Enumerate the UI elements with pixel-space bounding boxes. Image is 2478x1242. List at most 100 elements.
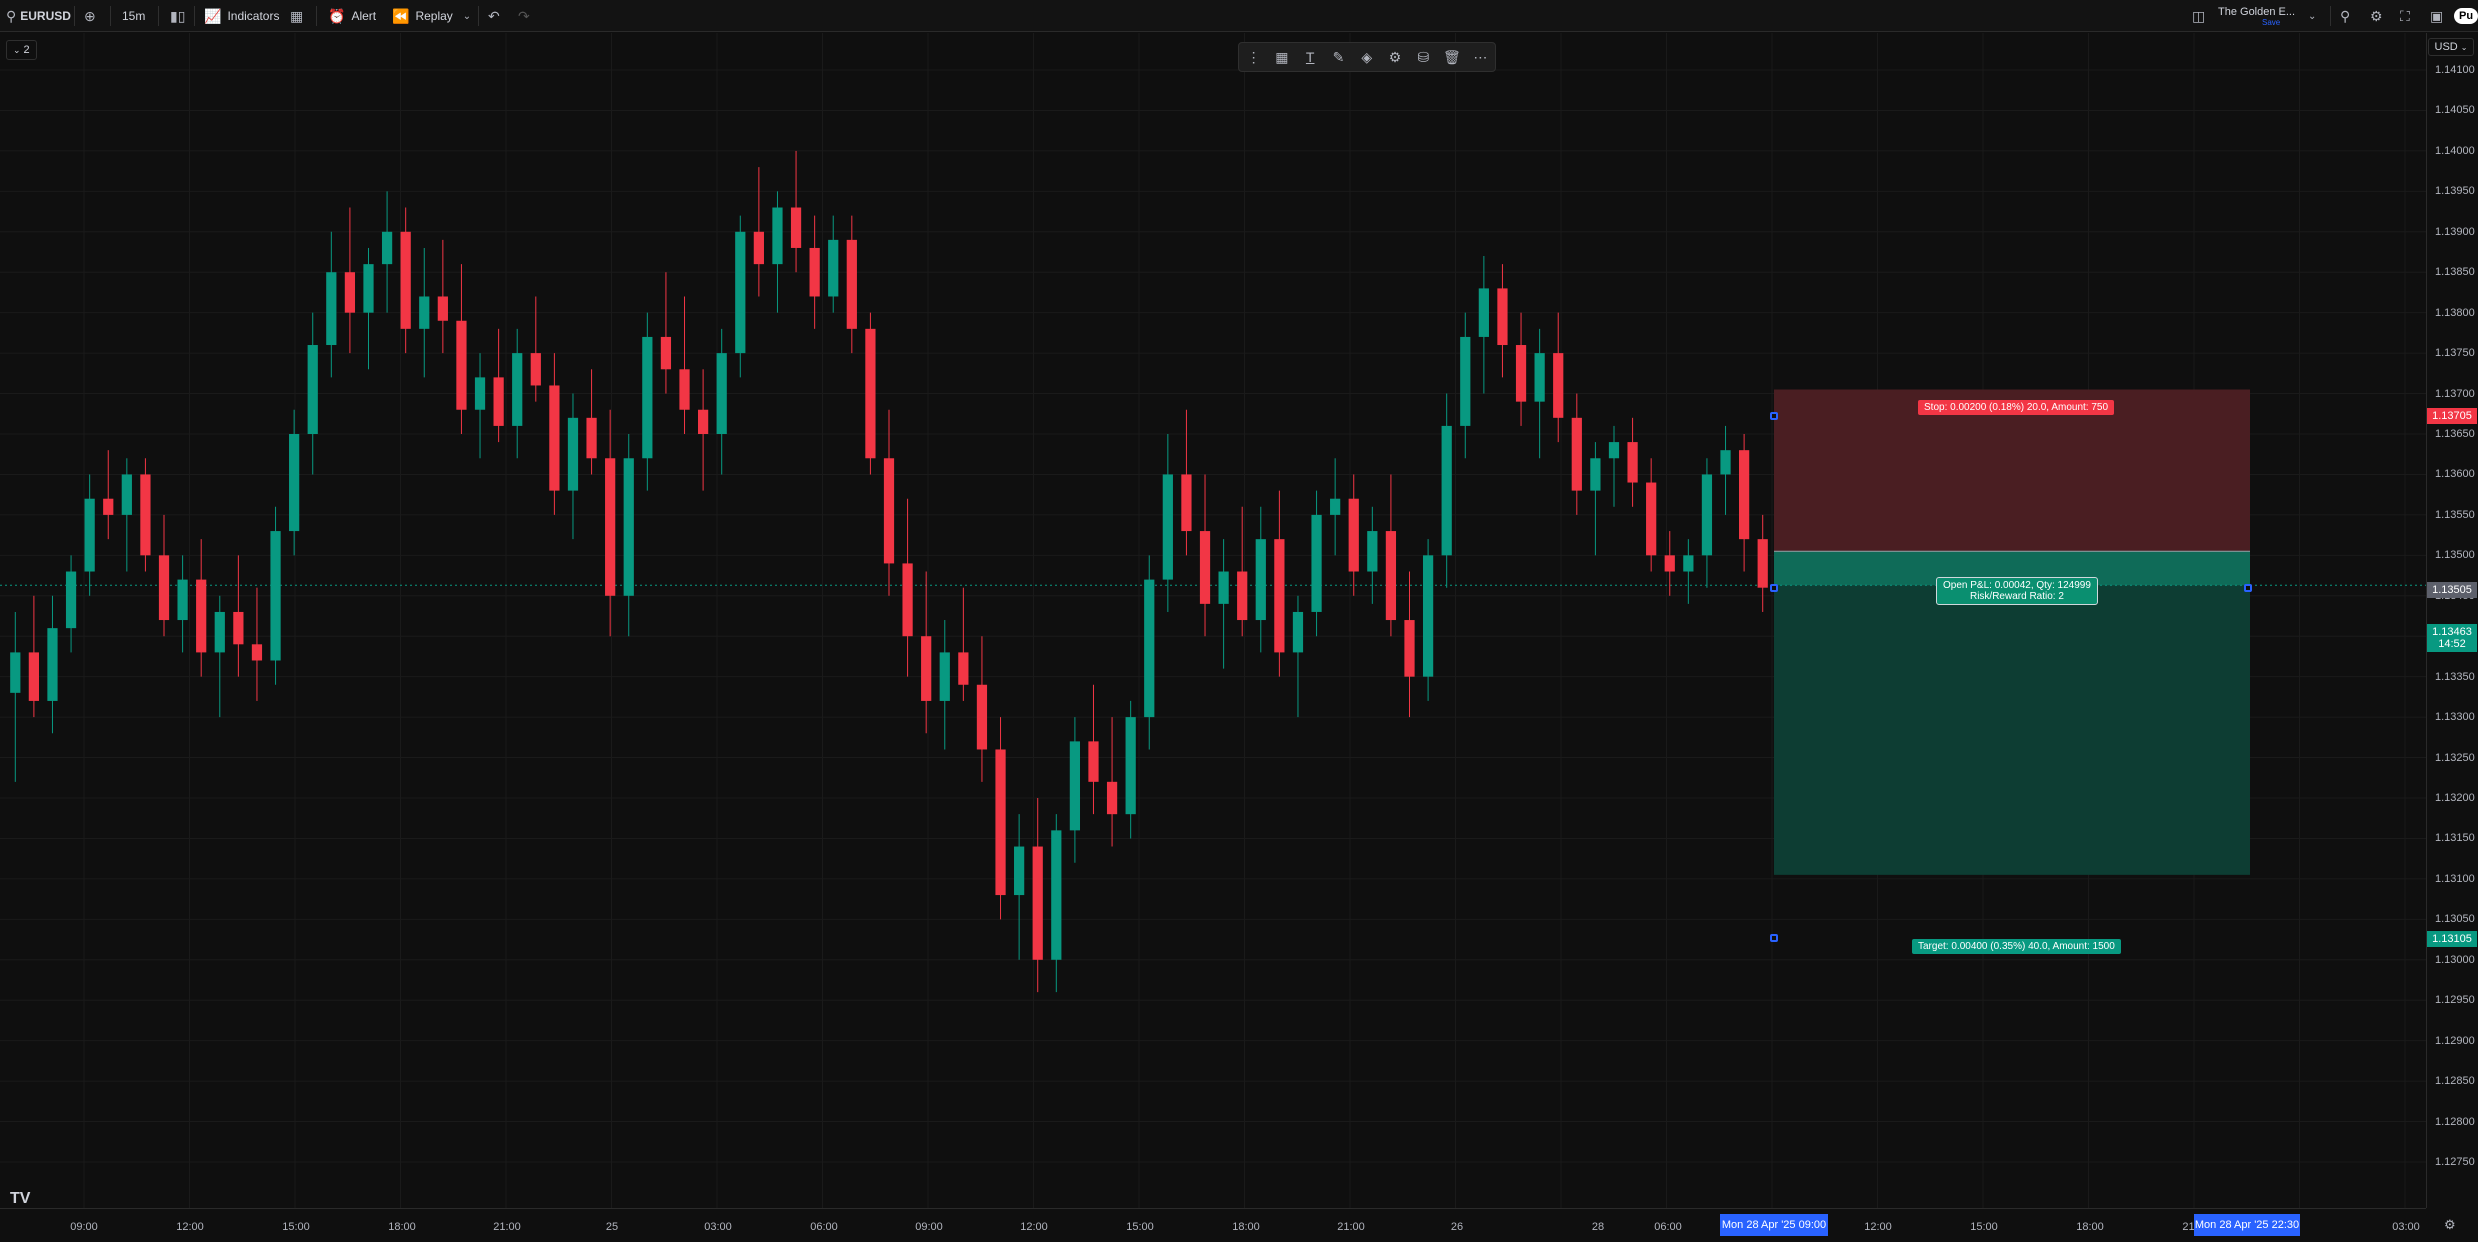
candle[interactable] — [196, 539, 207, 677]
candle[interactable] — [363, 247, 374, 370]
candle[interactable] — [233, 555, 244, 677]
undo-button[interactable]: ↶ — [488, 0, 500, 32]
candle[interactable] — [10, 611, 21, 782]
candle[interactable] — [1460, 312, 1471, 459]
candle[interactable] — [567, 393, 579, 540]
candle[interactable] — [177, 555, 188, 653]
candle[interactable] — [809, 215, 820, 329]
candle[interactable] — [1534, 328, 1545, 459]
candle[interactable] — [865, 312, 876, 475]
snapshot-button[interactable]: ▣ — [2430, 0, 2443, 32]
candle[interactable] — [307, 312, 318, 475]
candle[interactable] — [1608, 425, 1620, 507]
candle[interactable] — [586, 369, 597, 475]
candle[interactable] — [1701, 458, 1713, 588]
price-axis[interactable]: 1.14100 1.14050 1.14000 1.13950 1.13900 1.138… — [2426, 33, 2478, 1208]
paint-brush-icon[interactable]: ✎ — [1330, 49, 1347, 66]
candle[interactable] — [1311, 490, 1322, 637]
candle[interactable] — [549, 353, 560, 515]
candle[interactable] — [1088, 684, 1099, 815]
quick-search-button[interactable]: ⚲ — [2340, 0, 2350, 32]
settings-icon[interactable]: ⚙ — [1386, 49, 1403, 66]
candle[interactable] — [1571, 393, 1582, 515]
candle[interactable] — [1255, 506, 1266, 653]
more-icon[interactable]: ⋯ — [1472, 49, 1489, 66]
candle[interactable] — [828, 215, 839, 313]
candle[interactable] — [790, 150, 802, 273]
entry-handle[interactable] — [1770, 584, 1778, 592]
layout-menu-button[interactable]: ⌄ — [2308, 0, 2316, 32]
candle[interactable] — [1441, 393, 1452, 588]
candle[interactable] — [344, 207, 356, 354]
text-tool-icon[interactable]: T — [1302, 49, 1319, 65]
candle[interactable] — [1367, 506, 1378, 604]
compare-symbol-button[interactable]: ⊕ — [84, 0, 96, 32]
trash-icon[interactable]: 🗑 — [1443, 49, 1461, 66]
lock-icon[interactable]: ⛁ — [1415, 49, 1432, 66]
candle[interactable] — [753, 167, 764, 297]
chart-type-button[interactable]: ▮▯ — [170, 0, 185, 32]
candle[interactable] — [1385, 474, 1397, 637]
candle[interactable] — [958, 587, 969, 701]
target-handle[interactable] — [1770, 934, 1778, 942]
tradingview-logo[interactable]: TV — [10, 1190, 30, 1208]
width-handle[interactable] — [2244, 584, 2252, 592]
alert-button[interactable]: ⏰ Alert — [328, 0, 376, 32]
redo-button[interactable]: ↷ — [518, 0, 530, 32]
candle[interactable] — [1590, 442, 1601, 556]
layout-toggle-button[interactable]: ◫ — [2192, 0, 2205, 32]
candle[interactable] — [1106, 717, 1118, 847]
candle[interactable] — [1014, 814, 1025, 960]
candle[interactable] — [289, 409, 300, 556]
candle[interactable] — [995, 717, 1006, 920]
candle[interactable] — [140, 458, 151, 572]
candle[interactable] — [902, 498, 913, 677]
candle[interactable] — [1627, 417, 1638, 507]
candle[interactable] — [512, 328, 523, 459]
candle[interactable] — [939, 620, 950, 750]
candle[interactable] — [660, 272, 672, 394]
pane-collapse-button[interactable]: ⌄ 2 — [6, 40, 37, 60]
candle[interactable] — [1069, 717, 1081, 863]
candle[interactable] — [1051, 814, 1062, 993]
candle[interactable] — [1683, 539, 1694, 604]
candle[interactable] — [1032, 798, 1043, 993]
candle[interactable] — [642, 312, 653, 491]
drag-handle-icon[interactable]: ⋮ — [1245, 49, 1262, 66]
candle[interactable] — [1720, 425, 1731, 515]
candle[interactable] — [493, 328, 504, 443]
candle[interactable] — [28, 595, 39, 718]
candle[interactable] — [1181, 409, 1192, 556]
candle[interactable] — [437, 239, 448, 354]
candle[interactable] — [846, 215, 857, 354]
candle[interactable] — [158, 514, 170, 637]
candle[interactable] — [270, 506, 281, 685]
candle[interactable] — [1757, 514, 1768, 612]
candle[interactable] — [326, 231, 337, 378]
candle[interactable] — [1497, 264, 1508, 378]
candle[interactable] — [623, 434, 634, 637]
interval-button[interactable]: 15m — [122, 0, 145, 32]
settings-button[interactable]: ⚙ — [2370, 0, 2383, 32]
stop-handle[interactable] — [1770, 412, 1778, 420]
symbol-search[interactable]: ⚲ EURUSD — [6, 0, 71, 32]
candle[interactable] — [735, 215, 746, 378]
candle[interactable] — [381, 191, 393, 313]
time-axis[interactable]: 09:00 12:00 15:00 18:00 21:00 25 03:00 06:00 09:… — [0, 1208, 2456, 1242]
candle[interactable] — [1515, 312, 1527, 426]
candle[interactable] — [65, 555, 77, 653]
currency-button[interactable]: USD ⌄ — [2428, 38, 2474, 56]
candle[interactable] — [47, 595, 58, 734]
candle[interactable] — [1218, 539, 1229, 669]
time-settings-icon[interactable]: ⚙ — [2444, 1217, 2456, 1233]
template-icon[interactable]: ▦ — [1273, 49, 1290, 66]
layout-name-button[interactable]: The Golden E... Save — [2218, 0, 2295, 32]
candle[interactable] — [400, 207, 411, 354]
candle[interactable] — [121, 458, 132, 572]
candle[interactable] — [1292, 595, 1304, 718]
candle[interactable] — [474, 353, 486, 459]
candle[interactable] — [697, 369, 709, 491]
indicators-button[interactable]: 📈 Indicators — [204, 0, 279, 32]
candle[interactable] — [1404, 571, 1415, 718]
candle[interactable] — [251, 587, 263, 701]
